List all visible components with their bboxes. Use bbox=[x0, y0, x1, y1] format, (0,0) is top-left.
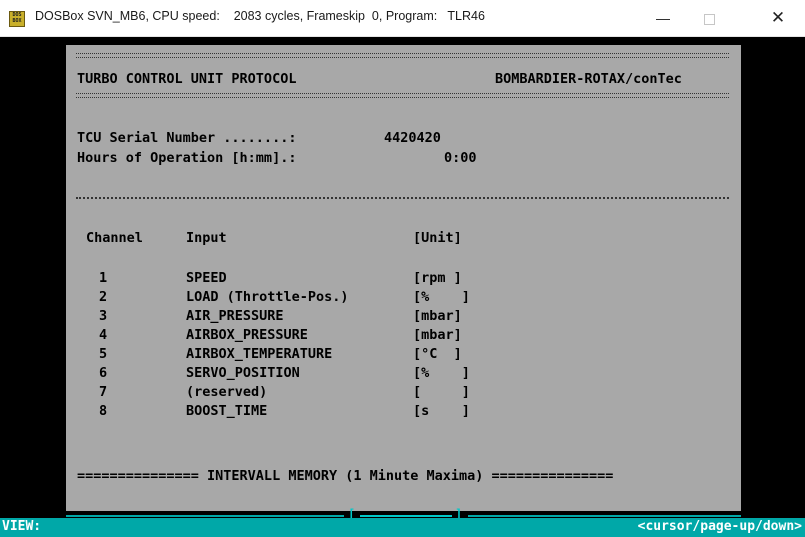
channel-unit: [rpm ] bbox=[413, 270, 462, 286]
channel-unit: [s ] bbox=[413, 403, 470, 419]
navigation-hint: <cursor/page-up/down> bbox=[637, 519, 802, 534]
maximize-icon bbox=[703, 13, 715, 25]
mode-label: VIEW: bbox=[2, 519, 42, 534]
channel-number: 4 bbox=[99, 327, 108, 343]
channel-number: 7 bbox=[99, 384, 108, 400]
channel-unit: [°C ] bbox=[413, 346, 462, 362]
channel-input: BOOST_TIME bbox=[186, 403, 268, 419]
status-bar: VIEW: <cursor/page-up/down> bbox=[0, 518, 805, 537]
double-rule bbox=[76, 53, 729, 58]
serial-label: TCU Serial Number ........: bbox=[77, 130, 297, 146]
channel-unit: [% ] bbox=[413, 289, 470, 305]
channel-unit: [mbar] bbox=[413, 327, 462, 343]
channel-number: 2 bbox=[99, 289, 108, 305]
double-rule bbox=[76, 93, 729, 98]
channel-input: SERVO_POSITION bbox=[186, 365, 300, 381]
column-header-input: Input bbox=[186, 230, 227, 246]
dotted-separator bbox=[76, 197, 729, 199]
title-bar: DOS BOX DOSBox SVN_MB6, CPU speed: 2083 … bbox=[0, 0, 805, 37]
dos-screen[interactable]: TURBO CONTROL UNIT PROTOCOL BOMBARDIER-R… bbox=[0, 37, 805, 537]
channel-number: 6 bbox=[99, 365, 108, 381]
column-header-unit: [Unit] bbox=[413, 230, 462, 246]
channel-number: 3 bbox=[99, 308, 108, 324]
channel-input: AIR_PRESSURE bbox=[186, 308, 284, 324]
channel-input: AIRBOX_TEMPERATURE bbox=[186, 346, 333, 362]
scroll-track[interactable] bbox=[66, 515, 344, 517]
scroll-thumb[interactable] bbox=[360, 515, 452, 517]
channel-input: (reserved) bbox=[186, 384, 268, 400]
minimize-button[interactable]: — bbox=[640, 0, 686, 36]
channel-input: SPEED bbox=[186, 270, 227, 286]
scroll-track[interactable] bbox=[468, 515, 741, 517]
maximize-button[interactable] bbox=[686, 0, 732, 36]
channel-number: 5 bbox=[99, 346, 108, 362]
channel-input: AIRBOX_PRESSURE bbox=[186, 327, 308, 343]
report-vendor: BOMBARDIER-ROTAX/conTec bbox=[495, 71, 682, 87]
channel-unit: [mbar] bbox=[413, 308, 462, 324]
hours-label: Hours of Operation [h:mm].: bbox=[77, 150, 297, 166]
report-panel: TURBO CONTROL UNIT PROTOCOL BOMBARDIER-R… bbox=[66, 45, 741, 511]
channel-unit: [% ] bbox=[413, 365, 470, 381]
channel-input: LOAD (Throttle-Pos.) bbox=[186, 289, 349, 305]
window-title: DOSBox SVN_MB6, CPU speed: 2083 cycles, … bbox=[35, 9, 485, 23]
dosbox-app-icon[interactable]: DOS BOX bbox=[9, 11, 25, 27]
hours-value: 0:00 bbox=[444, 150, 477, 166]
channel-number: 8 bbox=[99, 403, 108, 419]
channel-number: 1 bbox=[99, 270, 108, 286]
serial-value: 4420420 bbox=[384, 130, 441, 146]
report-title: TURBO CONTROL UNIT PROTOCOL bbox=[77, 71, 297, 87]
channel-unit: [ ] bbox=[413, 384, 470, 400]
column-header-channel: Channel bbox=[86, 230, 143, 246]
close-button[interactable]: ✕ bbox=[755, 0, 801, 36]
interval-memory-footer: =============== INTERVALL MEMORY (1 Minu… bbox=[77, 468, 614, 484]
